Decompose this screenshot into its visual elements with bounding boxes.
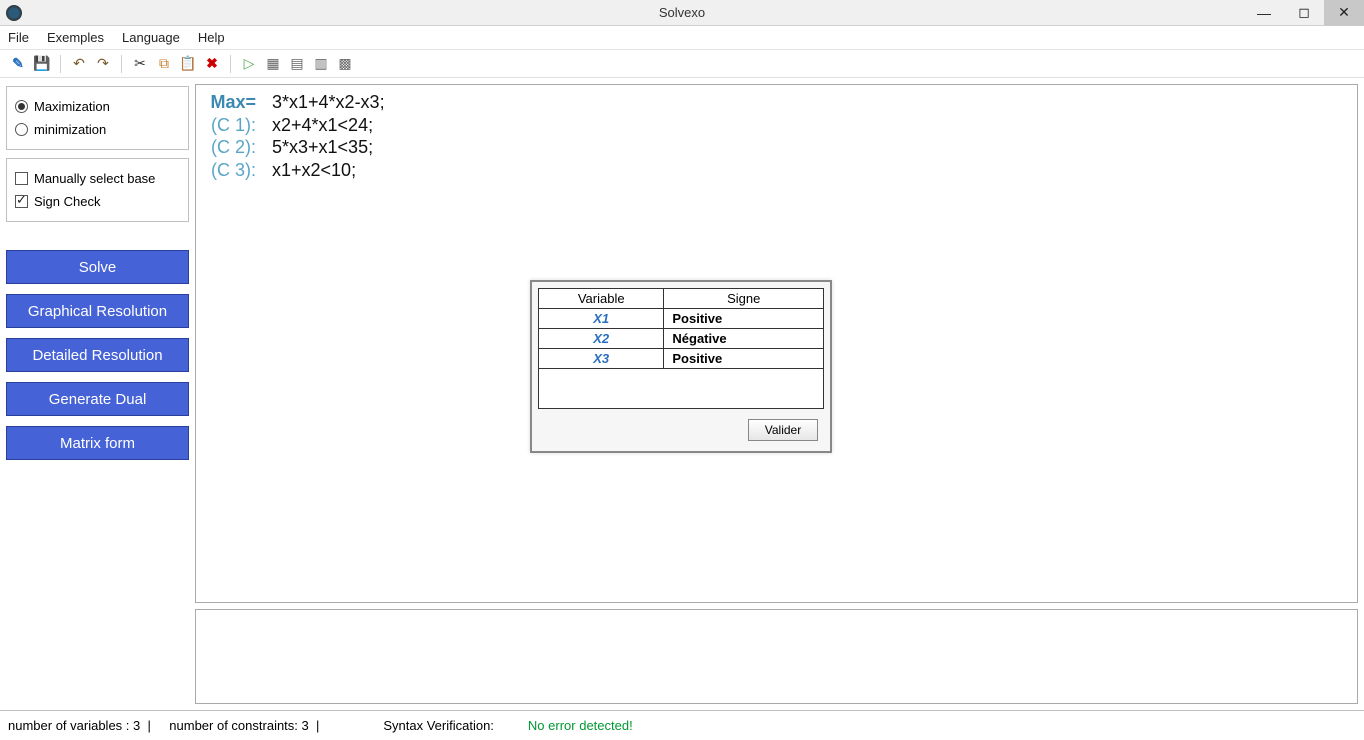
window-controls: — ◻ ✕ xyxy=(1244,0,1364,26)
paste-icon[interactable]: 📋 xyxy=(180,56,196,72)
cell-var: X2 xyxy=(539,329,664,349)
separator xyxy=(121,55,122,73)
checkbox-label: Manually select base xyxy=(34,171,155,186)
table-row: X3 Positive xyxy=(539,349,824,369)
cell-var: X1 xyxy=(539,309,664,329)
line-label: (C 2): xyxy=(206,136,256,159)
scissors-icon[interactable]: ✂ xyxy=(132,56,148,72)
table-icon[interactable]: ▤ xyxy=(289,56,305,72)
maximize-button[interactable]: ◻ xyxy=(1284,0,1324,26)
sidebar: Maximization minimization Manually selec… xyxy=(0,78,195,710)
window-title: Solvexo xyxy=(659,5,705,20)
check-manual-base[interactable]: Manually select base xyxy=(15,167,180,190)
editor-line: Max= 3*x1+4*x2-x3; xyxy=(206,91,1347,114)
menu-language[interactable]: Language xyxy=(122,30,180,45)
grid2-icon[interactable]: ▩ xyxy=(337,56,353,72)
editor-line: (C 1): x2+4*x1<24; xyxy=(206,114,1347,137)
matrix-form-button[interactable]: Matrix form xyxy=(6,426,189,460)
output-console[interactable] xyxy=(195,609,1358,704)
editor-line: (C 2): 5*x3+x1<35; xyxy=(206,136,1347,159)
cell-sign[interactable]: Négative xyxy=(664,329,824,349)
line-label: (C 3): xyxy=(206,159,256,182)
table-row: X1 Positive xyxy=(539,309,824,329)
line-expr: 5*x3+x1<35; xyxy=(272,136,373,159)
button-group: Solve Graphical Resolution Detailed Reso… xyxy=(6,250,189,460)
status-constraints: number of constraints: 3 | xyxy=(155,718,320,733)
copy-icon[interactable]: ⧉ xyxy=(156,56,172,72)
sign-dialog: Variable Signe X1 Positive X2 Négative X… xyxy=(530,280,832,453)
menu-help[interactable]: Help xyxy=(198,30,225,45)
dialog-footer: Valider xyxy=(538,409,824,445)
titlebar: Solvexo — ◻ ✕ xyxy=(0,0,1364,26)
status-vars: number of variables : 3 | xyxy=(8,718,151,733)
menu-exemples[interactable]: Exemples xyxy=(47,30,104,45)
close-button[interactable]: ✕ xyxy=(1324,0,1364,26)
minimize-button[interactable]: — xyxy=(1244,0,1284,26)
grid-icon[interactable]: ▦ xyxy=(265,56,281,72)
radio-label: minimization xyxy=(34,122,106,137)
undo-icon[interactable]: ↶ xyxy=(71,56,87,72)
radio-minimization[interactable]: minimization xyxy=(15,118,180,141)
checkbox-label: Sign Check xyxy=(34,194,100,209)
floppy-icon[interactable]: 💾 xyxy=(34,56,50,72)
detailed-resolution-button[interactable]: Detailed Resolution xyxy=(6,338,189,372)
checkbox-icon xyxy=(15,195,28,208)
line-label: (C 1): xyxy=(206,114,256,137)
solve-button[interactable]: Solve xyxy=(6,250,189,284)
generate-dual-button[interactable]: Generate Dual xyxy=(6,382,189,416)
radio-maximization[interactable]: Maximization xyxy=(15,95,180,118)
radio-icon xyxy=(15,123,28,136)
separator xyxy=(60,55,61,73)
line-expr: x1+x2<10; xyxy=(272,159,356,182)
line-expr: 3*x1+4*x2-x3; xyxy=(272,91,385,114)
status-syntax-msg: No error detected! xyxy=(528,718,633,733)
menu-bar: File Exemples Language Help xyxy=(0,26,1364,50)
redo-icon[interactable]: ↷ xyxy=(95,56,111,72)
bars-icon[interactable]: ▥ xyxy=(313,56,329,72)
status-syntax-label: Syntax Verification: xyxy=(383,718,494,733)
menu-file[interactable]: File xyxy=(8,30,29,45)
sign-table: Variable Signe X1 Positive X2 Négative X… xyxy=(538,288,824,369)
cell-sign[interactable]: Positive xyxy=(664,309,824,329)
line-label: Max= xyxy=(206,91,256,114)
options-panel: Manually select base Sign Check xyxy=(6,158,189,222)
cell-var: X3 xyxy=(539,349,664,369)
separator xyxy=(230,55,231,73)
col-signe: Signe xyxy=(664,289,824,309)
objective-panel: Maximization minimization xyxy=(6,86,189,150)
line-expr: x2+4*x1<24; xyxy=(272,114,373,137)
toolbar: ✎ 💾 ↶ ↷ ✂ ⧉ 📋 ✖ ▷ ▦ ▤ ▥ ▩ xyxy=(0,50,1364,78)
valider-button[interactable]: Valider xyxy=(748,419,818,441)
status-bar: number of variables : 3 | number of cons… xyxy=(0,710,1364,740)
checkbox-icon xyxy=(15,172,28,185)
editor-line: (C 3): x1+x2<10; xyxy=(206,159,1347,182)
radio-icon xyxy=(15,100,28,113)
app-icon xyxy=(6,5,22,21)
graphical-resolution-button[interactable]: Graphical Resolution xyxy=(6,294,189,328)
check-sign-check[interactable]: Sign Check xyxy=(15,190,180,213)
dialog-body xyxy=(538,369,824,409)
col-variable: Variable xyxy=(539,289,664,309)
delete-x-icon[interactable]: ✖ xyxy=(204,56,220,72)
cell-sign[interactable]: Positive xyxy=(664,349,824,369)
play-icon[interactable]: ▷ xyxy=(241,56,257,72)
new-file-icon[interactable]: ✎ xyxy=(10,56,26,72)
radio-label: Maximization xyxy=(34,99,110,114)
table-row: X2 Négative xyxy=(539,329,824,349)
